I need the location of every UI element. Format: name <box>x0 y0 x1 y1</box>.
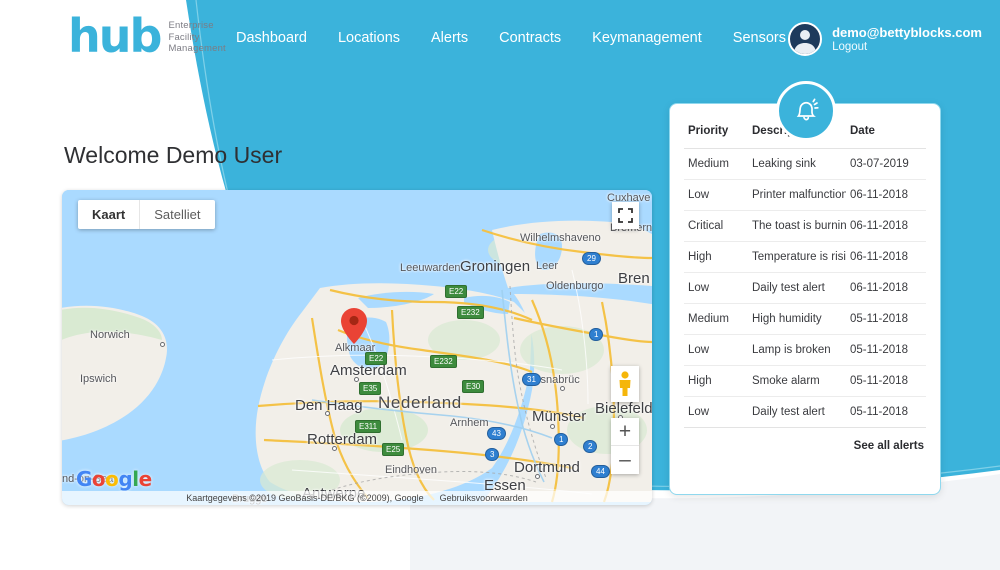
google-logo: Google <box>76 467 152 491</box>
map-road-badge: E22 <box>365 352 388 365</box>
alerts-table: Priority Description Date MediumLeaking … <box>684 116 926 428</box>
map-road-badge: E232 <box>430 355 457 368</box>
alert-date: 06-11-2018 <box>846 241 926 273</box>
map-type-kaart[interactable]: Kaart <box>78 200 141 229</box>
alert-date: 05-11-2018 <box>846 365 926 397</box>
app-header: hub Enterprise Facility Management Dashb… <box>0 0 1000 80</box>
alerts-panel: Priority Description Date MediumLeaking … <box>669 103 941 495</box>
zoom-out-button[interactable]: – <box>611 446 639 474</box>
street-view-pegman-icon[interactable] <box>611 366 639 402</box>
table-row[interactable]: Low Printer malfunction 06-11-2018 <box>684 179 926 211</box>
alert-priority: Low <box>684 272 748 304</box>
alert-priority: High <box>684 365 748 397</box>
alert-priority: High <box>684 241 748 273</box>
column-header-priority: Priority <box>684 116 748 149</box>
map-city-dot <box>332 446 337 451</box>
alert-description: Smoke alarm <box>748 365 846 397</box>
alert-date: 05-11-2018 <box>846 396 926 428</box>
nav-item-locations[interactable]: Locations <box>338 30 400 46</box>
map-city-dot <box>160 342 165 347</box>
logo-wordmark: hub <box>68 9 162 63</box>
alert-priority: Low <box>684 179 748 211</box>
alert-date: 05-11-2018 <box>846 303 926 335</box>
map-city-dot <box>535 474 540 479</box>
table-row[interactable]: Low Daily test alert 05-11-2018 <box>684 396 926 428</box>
user-avatar-icon <box>788 22 823 56</box>
alert-priority: Low <box>684 334 748 366</box>
map-road-badge: E22 <box>445 285 468 298</box>
tagline-line-1: Enterprise <box>168 20 214 31</box>
map-type-switch[interactable]: Kaart Satelliet <box>78 200 215 229</box>
map-road-badge: 43 <box>487 427 506 440</box>
map-road-badge: 31 <box>522 373 541 386</box>
alert-date: 03-07-2019 <box>846 148 926 180</box>
alert-description: The toast is burning <box>748 210 846 242</box>
map-road-badge: E35 <box>359 382 382 395</box>
table-row[interactable]: Low Daily test alert 06-11-2018 <box>684 272 926 304</box>
user-email: demo@bettyblocks.com <box>832 25 982 40</box>
map-city-dot <box>560 386 565 391</box>
user-menu[interactable]: demo@bettyblocks.com Logout <box>788 22 982 56</box>
map-attribution-text: Kaartgegevens ©2019 GeoBasis-DE/BKG (©20… <box>186 493 424 503</box>
main-navigation: Dashboard Locations Alerts Contracts Key… <box>236 30 786 46</box>
alert-priority: Medium <box>684 148 748 180</box>
alert-description: Temperature is rising <box>748 241 846 273</box>
alert-priority: Low <box>684 396 748 428</box>
map-location-pin-icon[interactable] <box>341 308 367 349</box>
map-road-badge: E232 <box>457 306 484 319</box>
map-road-badge: 44 <box>591 465 610 478</box>
table-row[interactable]: Medium High humidity 05-11-2018 <box>684 303 926 335</box>
dashboard-page: hub Enterprise Facility Management Dashb… <box>0 0 1000 570</box>
alert-description: Leaking sink <box>748 148 846 180</box>
map-road-badge: 29 <box>582 252 601 265</box>
nav-item-alerts[interactable]: Alerts <box>431 30 468 46</box>
alert-description: Lamp is broken <box>748 334 846 366</box>
bell-icon[interactable] <box>776 81 836 141</box>
alert-description: Daily test alert <box>748 272 846 304</box>
alert-priority: Medium <box>684 303 748 335</box>
fullscreen-icon[interactable] <box>612 202 639 229</box>
map-zoom-controls[interactable]: + – <box>611 418 639 474</box>
alert-date: 06-11-2018 <box>846 272 926 304</box>
see-all-alerts-link[interactable]: See all alerts <box>684 428 926 452</box>
alert-description: Daily test alert <box>748 396 846 428</box>
nav-item-dashboard[interactable]: Dashboard <box>236 30 307 46</box>
alert-date: 06-11-2018 <box>846 210 926 242</box>
brand-logo[interactable]: hub Enterprise Facility Management <box>68 9 226 63</box>
alerts-table-body: Medium Leaking sink 03-07-2019 Low Printer m… <box>684 148 926 428</box>
nav-item-sensors[interactable]: Sensors <box>733 30 786 46</box>
map-terms-link[interactable]: Gebruiksvoorwaarden <box>440 493 528 503</box>
alert-description: Printer malfunction <box>748 179 846 211</box>
map-city-dot <box>354 377 359 382</box>
table-row[interactable]: Critical The toast is burning 06-11-2018 <box>684 210 926 242</box>
column-header-date: Date <box>846 116 926 149</box>
nav-item-contracts[interactable]: Contracts <box>499 30 561 46</box>
logo-tagline: Enterprise Facility Management <box>168 20 225 55</box>
alert-date: 06-11-2018 <box>846 179 926 211</box>
nav-item-keymanagement[interactable]: Keymanagement <box>592 30 702 46</box>
map-road-badge: E311 <box>355 420 382 433</box>
alert-description: High humidity <box>748 303 846 335</box>
table-row[interactable]: Low Lamp is broken 05-11-2018 <box>684 334 926 366</box>
logout-link[interactable]: Logout <box>832 41 982 53</box>
map-city-dot <box>325 411 330 416</box>
map-road-badge: E25 <box>382 443 405 456</box>
page-title: Welcome Demo User <box>64 142 283 168</box>
table-row[interactable]: Medium Leaking sink 03-07-2019 <box>684 148 926 180</box>
alert-date: 05-11-2018 <box>846 334 926 366</box>
table-row[interactable]: HighTemperature is rising06-11-2018 <box>684 241 926 273</box>
zoom-in-button[interactable]: + <box>611 418 639 446</box>
map-attribution-bar: Kaartgegevens ©2019 GeoBasis-DE/BKG (©20… <box>62 491 652 505</box>
alert-priority: Critical <box>684 210 748 242</box>
map-city-dot <box>550 424 555 429</box>
map-road-badge: E30 <box>462 380 485 393</box>
tagline-line-2: Facility <box>168 31 200 43</box>
tagline-line-3: Management <box>168 43 226 54</box>
map-type-satelliet[interactable]: Satelliet <box>140 200 214 229</box>
user-info: demo@bettyblocks.com Logout <box>832 25 982 53</box>
table-row[interactable]: High Smoke alarm 05-11-2018 <box>684 365 926 397</box>
map-widget[interactable]: CuxhaveBremernavWilhelmshavenoLeeuwarden… <box>62 190 652 505</box>
